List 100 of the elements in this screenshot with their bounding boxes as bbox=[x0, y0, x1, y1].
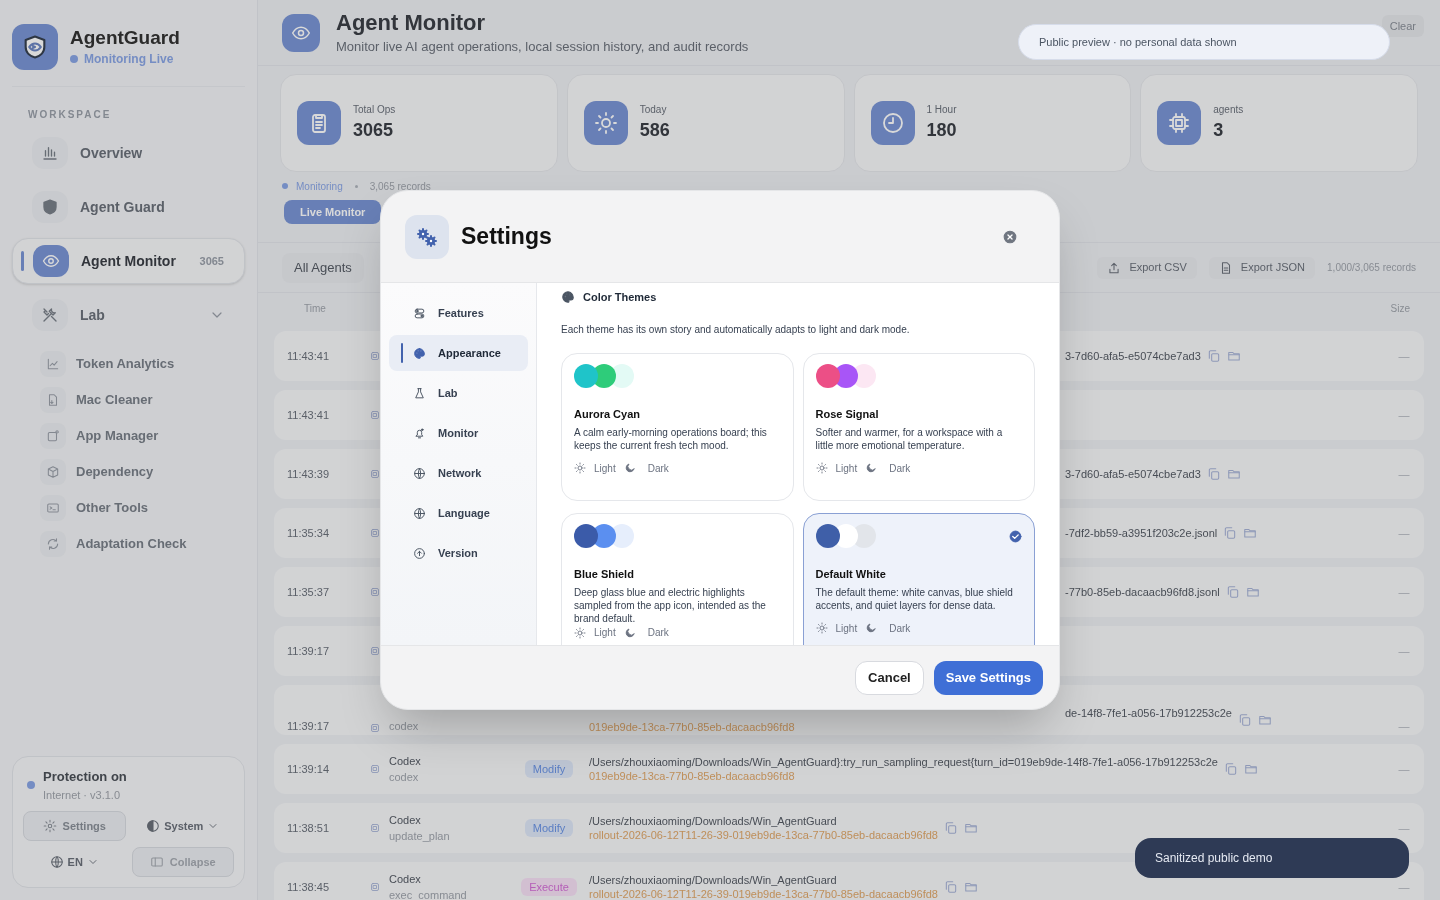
session-file: 019eb9de-13ca-77b0-85eb-dacaacb96fd8 bbox=[589, 769, 795, 783]
column-header: Size bbox=[1390, 301, 1410, 316]
folder-icon bbox=[1243, 762, 1258, 776]
clear-button[interactable]: Clear bbox=[1381, 15, 1424, 37]
sidebar-icon bbox=[149, 855, 164, 869]
sidebar-item[interactable]: Overview bbox=[12, 130, 245, 176]
dark-mode-label: Dark bbox=[647, 626, 669, 640]
tab[interactable]: Live Monitor bbox=[284, 200, 382, 224]
page-title: Agent Monitor bbox=[336, 9, 486, 37]
copy-icon bbox=[1225, 585, 1240, 599]
moon-icon bbox=[623, 462, 636, 474]
settings-button[interactable]: Settings bbox=[23, 811, 126, 841]
settings-nav-item[interactable]: Lab bbox=[389, 375, 528, 411]
time-cell-text: 11:43:41 bbox=[287, 348, 330, 364]
theme-card[interactable]: Rose Signal Softer and warmer, for a workspace with a little more emotional temperature. Light Dark bbox=[802, 352, 1035, 501]
file-path: 3-7d60-afa5-e5074cbe7ad3 bbox=[1065, 349, 1201, 363]
settings-nav-item[interactable]: Language bbox=[389, 495, 528, 531]
settings-nav-item[interactable]: Appearance bbox=[389, 335, 528, 371]
status-label: Monitoring Live bbox=[84, 50, 174, 68]
column-header: Time bbox=[304, 301, 326, 316]
time-cell-text: 11:38:51 bbox=[287, 820, 330, 836]
time-cell-text: 11:43:41 bbox=[287, 407, 330, 423]
size-cell-text: — bbox=[1397, 584, 1411, 600]
version-label: Internet · v3.1.0 bbox=[43, 787, 122, 803]
sidebar-item[interactable]: Agent Monitor 3065 bbox=[12, 238, 245, 284]
light-mode-label: Light bbox=[835, 621, 858, 636]
theme-card[interactable]: Blue Shield Deep glass blue and electric highlights sampled from the app icon, intended as the brand default. Light Dark bbox=[561, 512, 794, 645]
active-indicator bbox=[21, 251, 24, 271]
records-shown: 1,000/3,065 records bbox=[1327, 261, 1416, 275]
action-tag: Modify bbox=[524, 819, 574, 837]
sidebar-item[interactable]: Agent Guard bbox=[12, 184, 245, 230]
action-tag: Execute bbox=[521, 878, 577, 896]
sidebar-subitem[interactable]: Other Tools bbox=[40, 494, 245, 522]
file-path: /Users/zhouxiaoming/Downloads/Win_AgentGuard bbox=[589, 814, 837, 828]
tools-icon bbox=[41, 306, 59, 324]
theme-name: Default White bbox=[815, 566, 887, 582]
sidebar-item[interactable]: Lab bbox=[12, 292, 245, 338]
active-indicator bbox=[401, 343, 403, 363]
sun-icon bbox=[574, 626, 586, 639]
sidebar-subitem[interactable]: Token Analytics bbox=[40, 350, 245, 378]
moon-icon bbox=[865, 622, 878, 634]
sidebar-subitem[interactable]: Mac Cleaner bbox=[40, 386, 245, 414]
export-csv-button[interactable]: Export CSV bbox=[1097, 256, 1197, 279]
globe-icon bbox=[413, 506, 426, 520]
sidebar-subitem[interactable]: Adaptation Check bbox=[40, 530, 245, 558]
app-name: AgentGuard bbox=[70, 26, 180, 50]
copy-icon bbox=[944, 821, 958, 835]
light-mode-label: Light bbox=[835, 461, 858, 476]
cube-icon bbox=[46, 465, 60, 479]
session-file: 019eb9de-13ca-77b0-85eb-dacaacb96fd8 bbox=[589, 720, 795, 734]
size-cell-text: — bbox=[1397, 820, 1411, 836]
theme-dropdown[interactable]: System bbox=[131, 811, 234, 841]
close-icon bbox=[1003, 229, 1017, 244]
theme-card[interactable]: Default White The default theme: white canvas, blue shield accents, and quiet layers for dense data. Light Dark bbox=[802, 512, 1035, 645]
folder-icon bbox=[1226, 467, 1241, 481]
save-settings-button[interactable]: Save Settings bbox=[933, 660, 1043, 695]
sidebar-subitem[interactable]: Dependency bbox=[40, 458, 245, 486]
file-path: /Users/zhouxiaoming/Downloads/Win_AgentGuard}:try_run_sampling_request{turn_id=019eb9de-14f8-7fe1-a056-17b912253c2e bbox=[589, 755, 1218, 769]
size-cell-text: — bbox=[1397, 718, 1411, 734]
agent-dropdown[interactable]: All Agents bbox=[282, 252, 364, 283]
file-path: -7df2-bb59-a3951f203c2e.jsonl bbox=[1065, 526, 1218, 540]
theme-card[interactable]: Aurora Cyan A calm early-morning operations board; this keeps the current fresh tech mood. Light Dark bbox=[561, 352, 794, 501]
copy-icon bbox=[1223, 526, 1238, 540]
copy-icon bbox=[1223, 762, 1238, 776]
time-cell-text: 11:43:39 bbox=[287, 466, 330, 482]
tool-name: codex bbox=[389, 718, 420, 734]
sun-icon bbox=[593, 111, 618, 135]
refresh-icon bbox=[46, 537, 60, 551]
language-dropdown[interactable]: EN bbox=[23, 847, 126, 877]
file-path: de-14f8-7fe1-a056-17b912253c2e bbox=[1065, 706, 1232, 720]
time-cell-text: 11:39:17 bbox=[287, 718, 330, 734]
export-json-button[interactable]: Export JSON bbox=[1208, 256, 1316, 279]
settings-nav-item[interactable]: Network bbox=[389, 455, 528, 491]
time-cell-text: 11:35:34 bbox=[287, 525, 330, 541]
line-chart-icon bbox=[46, 357, 60, 371]
settings-nav-item[interactable]: Monitor bbox=[389, 415, 528, 451]
folder-icon bbox=[1243, 526, 1258, 540]
file-path: -77b0-85eb-dacaacb96fd8.jsonl bbox=[1065, 585, 1220, 599]
toast: Sanitized public demo bbox=[1135, 838, 1409, 878]
agent-name: Codex bbox=[389, 812, 422, 828]
settings-nav-item[interactable]: Features bbox=[389, 295, 528, 331]
light-mode-label: Light bbox=[594, 626, 616, 640]
size-cell-text: — bbox=[1397, 466, 1411, 482]
size-cell-text: — bbox=[1397, 879, 1411, 895]
sun-icon bbox=[815, 622, 828, 634]
protection-title: Protection on bbox=[43, 768, 127, 786]
section-heading: WORKSPACE bbox=[27, 108, 113, 122]
settings-nav-item[interactable]: Version bbox=[389, 535, 528, 571]
file-icon bbox=[46, 393, 60, 407]
settings-icon bbox=[42, 819, 57, 833]
section-description: Each theme has its own story and automatically adapts to light and dark mode. bbox=[561, 322, 911, 337]
size-cell-text: — bbox=[1397, 761, 1411, 777]
close-button[interactable] bbox=[1003, 229, 1017, 244]
theme-description: Deep glass blue and electric highlights sampled from the app icon, intended as the brand default. bbox=[574, 586, 767, 625]
cancel-button[interactable]: Cancel bbox=[855, 660, 924, 695]
folder-icon bbox=[1258, 713, 1272, 727]
sidebar-subitem[interactable]: App Manager bbox=[40, 422, 245, 450]
copy-icon bbox=[1206, 349, 1221, 363]
bell-icon bbox=[413, 426, 426, 440]
item-count: 3065 bbox=[199, 253, 224, 269]
